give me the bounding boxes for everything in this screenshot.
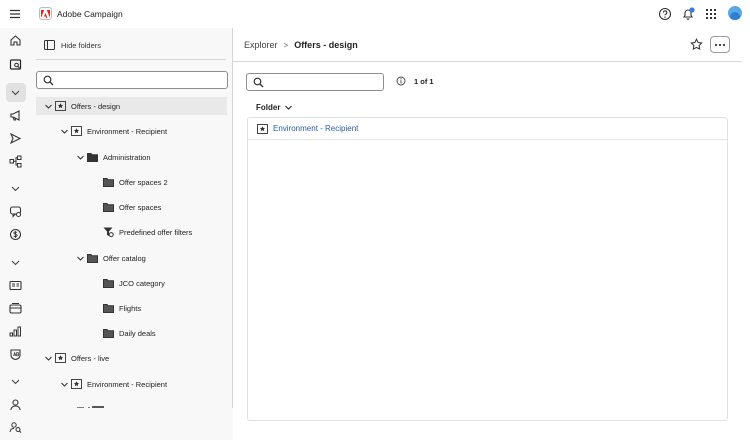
tree-item-label: Offer catalog <box>103 253 146 263</box>
tree-item-label: Offers - live <box>71 353 110 363</box>
folder-icon <box>103 329 114 338</box>
chevron-down-icon[interactable] <box>44 102 53 111</box>
tree-item-label: Offer spaces <box>119 202 162 212</box>
chevron-down-icon[interactable] <box>9 86 22 99</box>
tree-item-jco-category[interactable]: JCO category <box>32 274 233 292</box>
panel-toggle-icon <box>44 40 55 50</box>
offers-icon[interactable] <box>9 205 22 218</box>
table-row[interactable]: Environment - Recipient <box>248 118 727 140</box>
results-table: Environment - Recipient <box>247 117 728 421</box>
chevron-down-icon[interactable] <box>60 380 69 389</box>
star-folder-icon <box>55 353 66 363</box>
help-icon[interactable] <box>658 7 672 21</box>
dollar-coin-icon[interactable] <box>9 228 22 241</box>
row-link[interactable]: Environment - Recipient <box>273 124 358 133</box>
folder-icon <box>87 254 98 263</box>
hide-folders-button[interactable]: Hide folders <box>44 40 101 50</box>
tree-item-environment-recipient-live[interactable]: Environment - Recipient <box>32 375 233 393</box>
hide-folders-label: Hide folders <box>61 40 102 50</box>
tree-item-partial <box>76 404 136 408</box>
tree-item-daily-deals[interactable]: Daily deals <box>32 324 233 342</box>
adobe-logo <box>39 7 52 20</box>
chevron-down-icon[interactable] <box>9 375 22 388</box>
navigation-rail <box>0 28 32 446</box>
chevron-down-icon[interactable] <box>60 127 69 136</box>
tree-item-label: Offers - design <box>71 101 121 111</box>
tree-item-flights[interactable]: Flights <box>32 299 233 317</box>
tree-item-label: Flights <box>119 303 142 313</box>
folder-tree-panel: Hide folders Offers - design Environment… <box>32 28 233 408</box>
chevron-down-icon[interactable] <box>9 182 22 195</box>
folder-icon <box>103 203 114 212</box>
chevron-down-icon[interactable] <box>9 256 22 269</box>
filter-icon <box>103 227 114 237</box>
tree-item-offers-design[interactable]: Offers - design <box>36 97 227 115</box>
tree-item-offers-live[interactable]: Offers - live <box>32 349 233 367</box>
apps-grid-icon[interactable] <box>704 7 718 21</box>
favorite-star-icon[interactable] <box>690 38 703 51</box>
notifications-bell-icon[interactable] <box>681 7 695 21</box>
star-folder-icon <box>55 101 66 111</box>
top-bar: Adobe Campaign <box>0 0 750 28</box>
tree-item-label: Predefined offer filters <box>119 227 193 237</box>
profiles-card-icon[interactable] <box>9 279 22 292</box>
divider <box>36 59 226 60</box>
user-avatar[interactable] <box>728 6 742 20</box>
user-icon[interactable] <box>9 398 22 411</box>
tree-item-label: Environment - Recipient <box>87 379 168 389</box>
chevron-down-icon[interactable] <box>44 354 53 363</box>
tree-item-offer-spaces-2[interactable]: Offer spaces 2 <box>32 173 233 191</box>
folder-column-header[interactable]: Folder <box>256 103 293 112</box>
page-title: Offers - design <box>294 40 358 50</box>
chevron-down-icon <box>285 105 293 110</box>
tree-item-offer-catalog[interactable]: Offer catalog <box>32 249 233 267</box>
menu-icon[interactable] <box>9 8 21 20</box>
info-icon[interactable] <box>396 76 406 86</box>
explorer-icon[interactable] <box>9 58 22 71</box>
tree-item-label: Environment - Recipient <box>87 126 168 136</box>
search-icon <box>253 77 264 88</box>
folder-icon <box>103 279 114 288</box>
audiences-icon[interactable] <box>9 302 22 315</box>
list-search-input[interactable] <box>246 73 384 91</box>
more-actions-button[interactable] <box>710 36 730 53</box>
star-folder-icon <box>71 379 82 389</box>
search-icon <box>43 75 54 86</box>
tree-item-offer-spaces[interactable]: Offer spaces <box>32 198 233 216</box>
tree-item-label: Daily deals <box>119 328 156 338</box>
app-title: Adobe Campaign <box>57 9 123 19</box>
column-header-label: Folder <box>256 103 281 112</box>
bottom-strip <box>0 440 750 446</box>
more-icon <box>714 43 726 46</box>
star-folder-icon <box>257 123 268 134</box>
star-folder-icon <box>71 126 82 136</box>
ab-test-shield-icon[interactable] <box>9 348 22 361</box>
chevron-down-icon[interactable] <box>76 153 85 162</box>
tree-item-label: Administration <box>103 152 151 162</box>
tree-item-label: JCO category <box>119 278 165 288</box>
folder-icon <box>87 153 98 162</box>
tree-item-label: Offer spaces 2 <box>119 177 168 187</box>
breadcrumb-separator: > <box>283 40 289 50</box>
campaigns-megaphone-icon[interactable] <box>9 109 22 122</box>
page-count: 1 of 1 <box>414 77 434 86</box>
breadcrumb: Explorer > Offers - design <box>244 40 358 50</box>
tree-search-input[interactable] <box>36 71 228 89</box>
tree-item-predefined-offer-filters[interactable]: Predefined offer filters <box>32 223 233 241</box>
content-header: Explorer > Offers - design <box>233 28 750 62</box>
reports-chart-icon[interactable] <box>9 325 22 338</box>
content-area: 1 of 1 Folder Environment - Recipient <box>233 62 750 446</box>
breadcrumb-explorer-link[interactable]: Explorer <box>244 40 278 50</box>
tree-item-administration[interactable]: Administration <box>32 148 233 166</box>
workflows-icon[interactable] <box>9 155 22 168</box>
users-search-icon[interactable] <box>9 421 22 434</box>
chevron-down-icon[interactable] <box>76 254 85 263</box>
deliveries-send-icon[interactable] <box>9 132 22 145</box>
folder-icon <box>103 178 114 187</box>
home-icon[interactable] <box>9 34 22 47</box>
folder-icon <box>103 304 114 313</box>
tree-item-environment-recipient[interactable]: Environment - Recipient <box>32 122 233 140</box>
